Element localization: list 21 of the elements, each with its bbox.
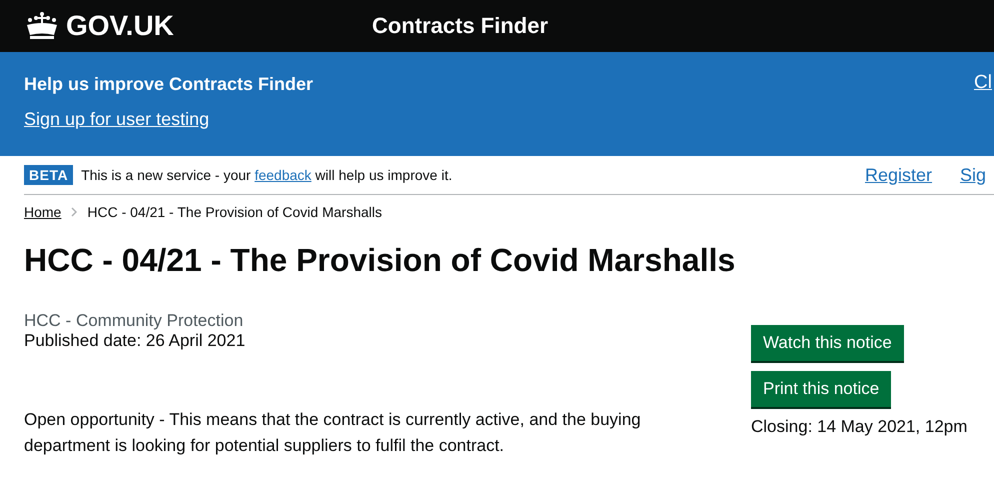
organisation-name: HCC - Community Protection bbox=[24, 311, 244, 331]
gov-uk-logo-link[interactable]: GOV.UK bbox=[24, 10, 372, 42]
closing-date: Closing: 14 May 2021, 12pm bbox=[751, 417, 968, 437]
notice-button[interactable]: Watch this notice bbox=[751, 325, 904, 361]
phase-message: This is a new service - your feedback will help us improve it. bbox=[81, 167, 452, 183]
status-description: Open opportunity - This means that the contract is currently active, and the buying department is looking for potential suppliers to fulfil the contract. bbox=[24, 409, 642, 456]
notice-button[interactable]: Print this notice bbox=[751, 371, 892, 407]
service-name-link[interactable]: Contracts Finder bbox=[372, 13, 548, 39]
feedback-link[interactable]: feedback bbox=[254, 167, 312, 183]
beta-tag: BETA bbox=[24, 165, 74, 185]
banner-heading: Help us improve Contracts Finder bbox=[24, 74, 314, 95]
user-testing-link[interactable]: Sign up for user testing bbox=[24, 109, 210, 129]
chevron-icon bbox=[71, 207, 78, 217]
close-link[interactable]: Cl bbox=[974, 72, 994, 156]
account-link[interactable]: Sig bbox=[960, 164, 986, 186]
account-link[interactable]: Register bbox=[865, 164, 932, 186]
published-date: Published date: 26 April 2021 bbox=[24, 331, 246, 351]
crown-icon bbox=[24, 11, 60, 41]
page-title: HCC - 04/21 - The Provision of Covid Marshalls bbox=[24, 242, 736, 279]
breadcrumb-link[interactable]: Home bbox=[24, 204, 62, 220]
breadcrumb-current: HCC - 04/21 - The Provision of Covid Marshalls bbox=[87, 204, 382, 220]
